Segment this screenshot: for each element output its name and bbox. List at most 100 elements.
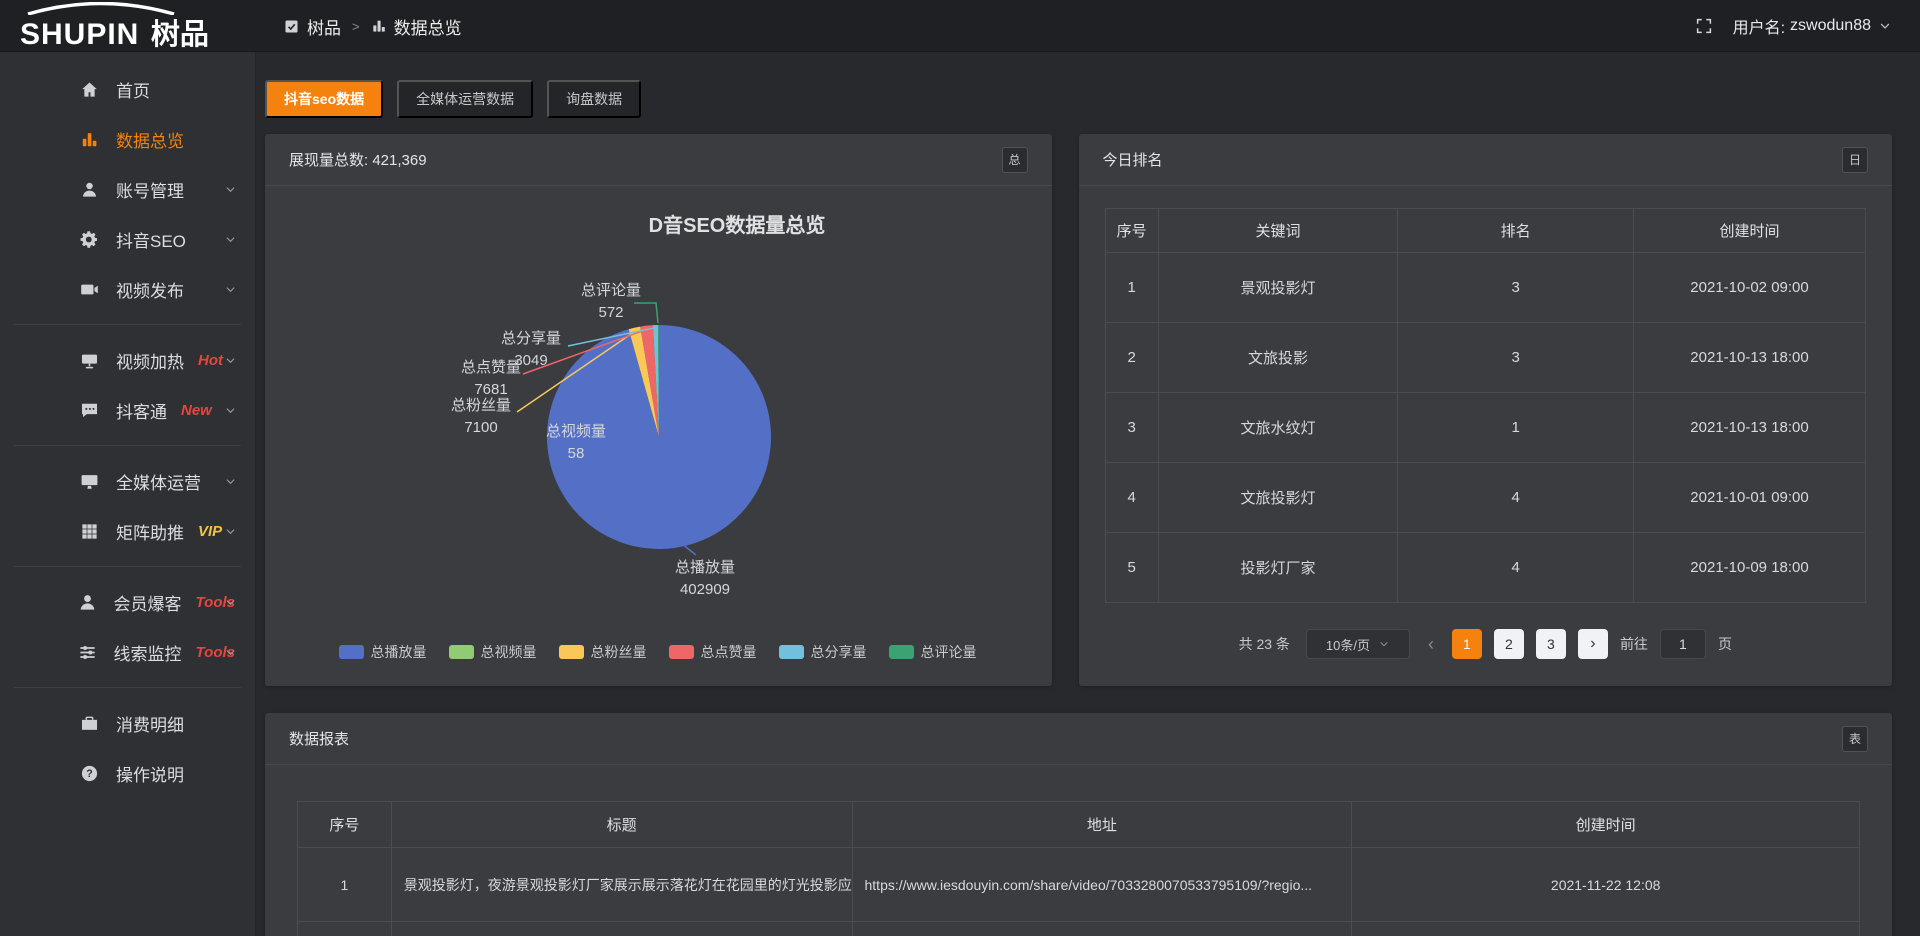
sidebar-item-douyin-seo[interactable]: 抖音SEO	[0, 214, 255, 264]
grid-icon	[78, 522, 100, 541]
logo[interactable]: SHUPIN 树品	[20, 1, 250, 51]
table-cell: 文旅投影	[1158, 323, 1398, 393]
sidebar-item-badge: New	[181, 402, 212, 419]
chart-icon	[371, 18, 387, 34]
page-button-3[interactable]: 3	[1536, 629, 1566, 659]
legend-item-总视频量[interactable]: 总视频量	[449, 642, 537, 662]
fullscreen-icon[interactable]	[1695, 17, 1713, 35]
data-source-tabs: 抖音seo数据全媒体运营数据询盘数据	[265, 80, 1920, 118]
sidebar-item-label: 会员爆客	[114, 590, 182, 615]
pie-label: 7100	[464, 419, 497, 436]
sidebar-item-douketong[interactable]: 抖客通 New	[0, 385, 255, 435]
tab-1[interactable]: 全媒体运营数据	[397, 80, 533, 118]
pie-label: 总分享量	[501, 330, 561, 347]
column-header: 关键词	[1158, 209, 1398, 253]
table-row-partial	[298, 922, 1860, 936]
legend-swatch	[889, 645, 914, 659]
pie-label: 总评论量	[581, 282, 641, 299]
sidebar-item-label: 账号管理	[116, 177, 184, 202]
user-menu[interactable]: 用户名: zswodun88	[1733, 14, 1892, 38]
pie-label: 总播放量	[675, 559, 735, 576]
table-cell: 2021-10-02 09:00	[1634, 253, 1866, 323]
legend-label: 总分享量	[811, 642, 867, 662]
overview-total-badge[interactable]: 总	[1002, 147, 1028, 173]
legend-item-总播放量[interactable]: 总播放量	[339, 642, 427, 662]
chevron-down-icon	[224, 283, 237, 296]
chevron-down-icon	[1378, 638, 1390, 650]
legend-item-总粉丝量[interactable]: 总粉丝量	[559, 642, 647, 662]
sidebar-item-lead-monitor[interactable]: 线索监控Tools	[0, 627, 255, 677]
legend-item-总点赞量[interactable]: 总点赞量	[669, 642, 757, 662]
chevron-down-icon	[224, 233, 237, 246]
sidebar-item-media-operation[interactable]: 全媒体运营	[0, 456, 255, 506]
sidebar-item-label: 首页	[116, 77, 150, 102]
legend-swatch	[339, 645, 364, 659]
legend-swatch	[559, 645, 584, 659]
overview-panel: 展现量总数: 421,369 总 D音SEO数据量总览总播放量402909总视频…	[265, 134, 1052, 686]
chevron-down-icon	[224, 183, 237, 196]
table-cell: 2021-10-01 09:00	[1634, 463, 1866, 533]
table-cell-created: 2021-11-22 12:08	[1352, 848, 1860, 922]
column-header: 创建时间	[1352, 802, 1860, 848]
table-cell: 2	[1105, 323, 1158, 393]
table-cell: 文旅水纹灯	[1158, 393, 1398, 463]
breadcrumb-item-current[interactable]: 数据总览	[371, 14, 462, 39]
sidebar-item-video-heat[interactable]: 视频加热Hot	[0, 335, 255, 385]
chevron-down-icon	[224, 525, 237, 538]
tab-2[interactable]: 询盘数据	[547, 80, 641, 118]
breadcrumb-item-root[interactable]: 树品	[283, 14, 341, 39]
page-size-select[interactable]: 10条/页	[1306, 629, 1410, 659]
pie-label: 3049	[514, 352, 547, 369]
pie-label: 572	[598, 304, 623, 321]
table-cell: 2021-10-09 18:00	[1634, 533, 1866, 603]
table-row: 2文旅投影32021-10-13 18:00	[1105, 323, 1865, 393]
member-icon	[78, 593, 98, 612]
goto-page-input[interactable]	[1660, 629, 1706, 659]
sidebar-item-home[interactable]: 首页	[0, 64, 255, 114]
next-page-button[interactable]: ›	[1578, 629, 1608, 659]
table-cell: 4	[1398, 533, 1634, 603]
tv-icon	[78, 351, 100, 370]
report-table-badge[interactable]: 表	[1842, 726, 1868, 752]
table-cell-link[interactable]: https://www.iesdouyin.com/share/video/70…	[852, 848, 1352, 922]
sidebar-item-consume-detail[interactable]: 消费明细	[0, 698, 255, 748]
legend-label: 总点赞量	[701, 642, 757, 662]
column-header: 序号	[298, 802, 392, 848]
table-row: 1景观投影灯，夜游景观投影灯厂家展示展示落花灯在花园里的灯光投影应用效果 #ht…	[298, 848, 1860, 922]
sidebar-item-operation-guide[interactable]: ?操作说明	[0, 748, 255, 798]
tab-0[interactable]: 抖音seo数据	[265, 80, 383, 118]
user-icon	[78, 180, 100, 199]
video-icon	[78, 280, 100, 299]
sidebar-item-member-burst[interactable]: 会员爆客Tools	[0, 577, 255, 627]
breadcrumb-label: 数据总览	[394, 14, 462, 39]
table-row: 5投影灯厂家42021-10-09 18:00	[1105, 533, 1865, 603]
overview-title: 展现量总数: 421,369	[289, 149, 427, 170]
sidebar-divider	[14, 324, 241, 325]
table-row: 1景观投影灯32021-10-02 09:00	[1105, 253, 1865, 323]
pagination: 共 23 条10条/页‹123›前往页	[1105, 629, 1866, 659]
svg-text:?: ?	[86, 768, 93, 780]
sidebar-item-data-overview[interactable]: 数据总览	[0, 114, 255, 164]
page-size-value: 10条/页	[1326, 635, 1370, 654]
pie-label: 总点赞量	[461, 359, 521, 376]
page-button-2[interactable]: 2	[1494, 629, 1524, 659]
page-button-1[interactable]: 1	[1452, 629, 1482, 659]
sidebar-divider	[14, 687, 241, 688]
sidebar-item-label: 全媒体运营	[116, 469, 201, 494]
prev-page-button[interactable]: ‹	[1422, 634, 1440, 655]
logo-text-cn: 树品	[151, 19, 209, 51]
report-title: 数据报表	[289, 728, 349, 749]
legend-label: 总评论量	[921, 642, 977, 662]
monitor-icon	[78, 472, 100, 491]
ranking-day-badge[interactable]: 日	[1842, 147, 1868, 173]
legend-item-总评论量[interactable]: 总评论量	[889, 642, 977, 662]
legend-item-总分享量[interactable]: 总分享量	[779, 642, 867, 662]
sidebar-item-badge: Hot	[198, 352, 223, 369]
sidebar-item-label: 抖客通	[116, 398, 167, 423]
column-header: 标题	[391, 802, 852, 848]
sidebar-item-matrix-boost[interactable]: 矩阵助推VIP	[0, 506, 255, 556]
legend-label: 总播放量	[371, 642, 427, 662]
sidebar-item-account-manage[interactable]: 账号管理	[0, 164, 255, 214]
sidebar-item-video-publish[interactable]: 视频发布	[0, 264, 255, 314]
sidebar-item-label: 视频发布	[116, 277, 184, 302]
